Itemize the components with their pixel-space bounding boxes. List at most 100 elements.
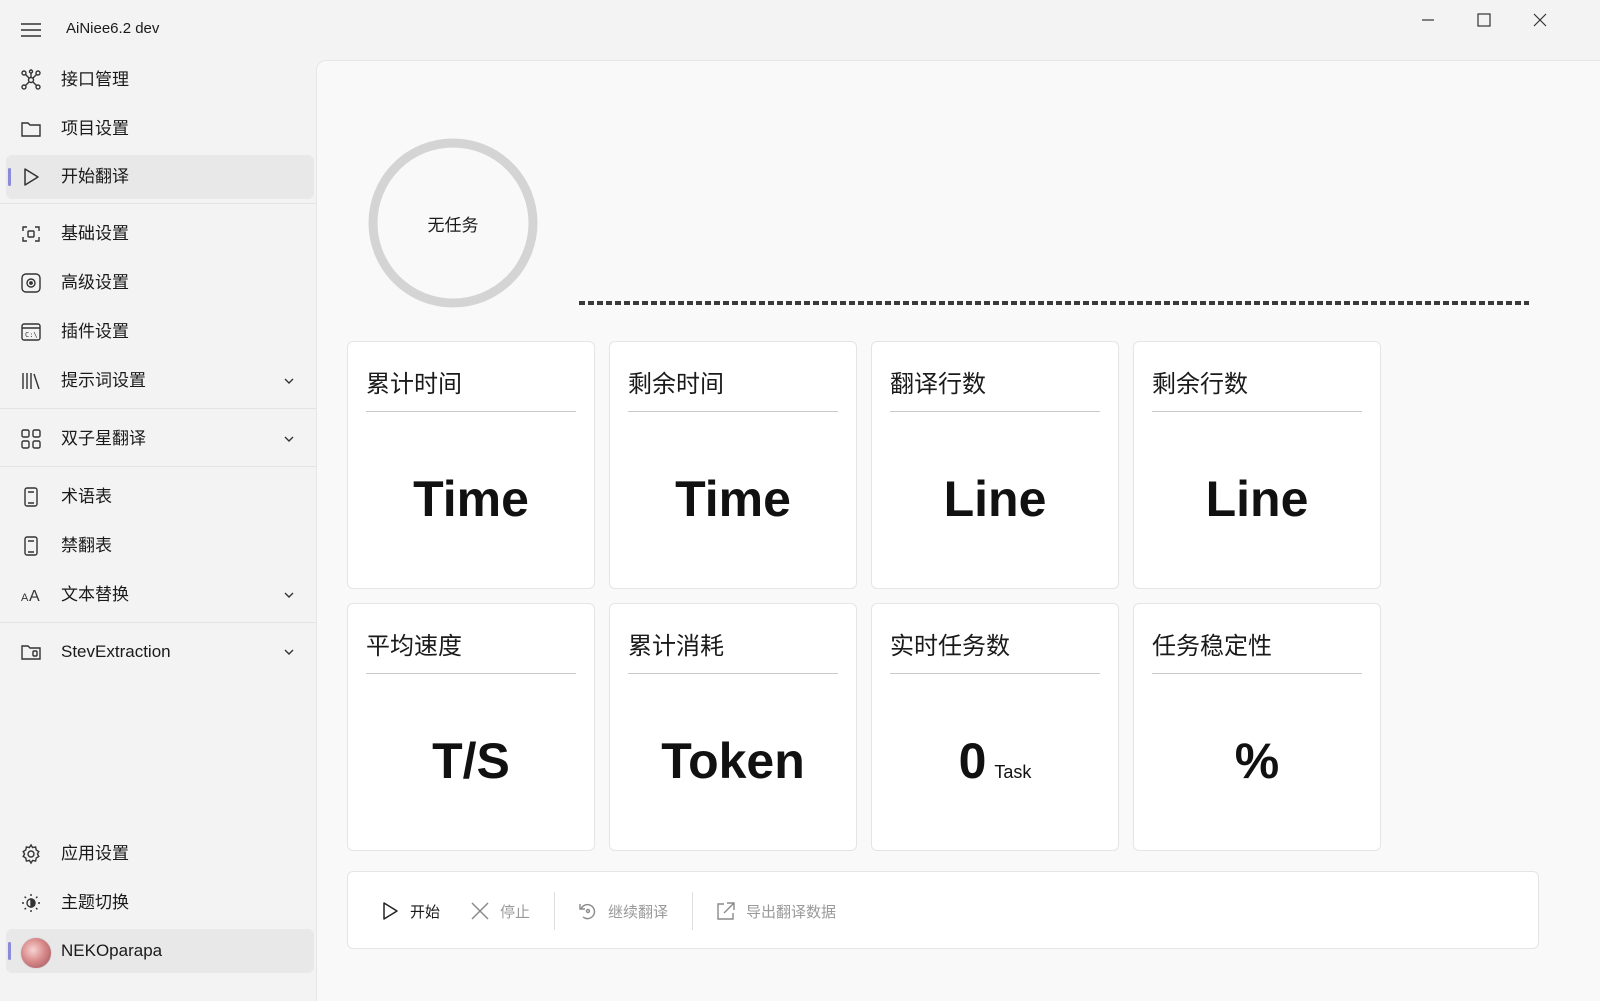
- sidebar-item-api[interactable]: 接口管理: [6, 58, 314, 102]
- sidebar-item-stevextraction[interactable]: StevExtraction: [6, 630, 314, 674]
- command-bar: 开始 停止 继续翻译 导出翻译数据: [347, 871, 1539, 949]
- progress-status: 无任务: [427, 215, 479, 235]
- sidebar-divider: [0, 203, 316, 204]
- stat-card-active-tasks: 实时任务数 0 Task: [871, 603, 1119, 851]
- chevron-down-icon: [284, 592, 294, 598]
- stop-button[interactable]: 停止: [468, 896, 530, 926]
- stat-card-average-speed: 平均速度 T/S: [347, 603, 595, 851]
- sidebar-item-label: 开始翻译: [61, 167, 129, 186]
- sidebar-item-label: 应用设置: [61, 844, 129, 863]
- sidebar-item-basic-settings[interactable]: 基础设置: [6, 212, 314, 256]
- minimize-button[interactable]: [1400, 0, 1456, 40]
- library-icon: [20, 370, 42, 392]
- stat-unit: Task: [994, 762, 1032, 782]
- sidebar-divider: [0, 466, 316, 467]
- book-icon: [20, 486, 42, 508]
- start-label: 开始: [410, 903, 441, 921]
- close-button[interactable]: [1512, 0, 1568, 40]
- sidebar-item-app-settings[interactable]: 应用设置: [6, 832, 314, 876]
- stat-card-translated-lines: 翻译行数 Line: [871, 341, 1119, 589]
- sidebar-item-label: 主题切换: [61, 893, 129, 912]
- folder-icon: [20, 118, 42, 140]
- app-title: AiNiee6.2 dev: [66, 20, 160, 37]
- chevron-down-icon: [284, 436, 294, 442]
- stat-card-remaining-time: 剩余时间 Time: [609, 341, 857, 589]
- stat-value: Time: [413, 471, 529, 527]
- sidebar-item-label: 项目设置: [61, 119, 129, 138]
- maximize-icon: [1477, 13, 1491, 27]
- continue-label: 继续翻译: [608, 903, 669, 921]
- stop-label: 停止: [500, 903, 531, 921]
- book-icon: [20, 535, 42, 557]
- plugin-icon: C:\: [20, 321, 42, 343]
- sidebar-item-glossary[interactable]: 术语表: [6, 475, 314, 519]
- avatar: [20, 937, 52, 969]
- chevron-down-icon: [284, 378, 294, 384]
- sidebar-item-label: 提示词设置: [61, 371, 146, 390]
- sidebar-item-no-translate-list[interactable]: 禁翻表: [6, 524, 314, 568]
- stat-card-elapsed-time: 累计时间 Time: [347, 341, 595, 589]
- stat-title: 剩余时间: [628, 364, 838, 412]
- stat-value: Line: [943, 471, 1047, 527]
- folder-extract-icon: [20, 641, 42, 663]
- svg-text:A: A: [29, 588, 40, 605]
- stat-title: 平均速度: [366, 626, 576, 674]
- minimize-icon: [1422, 19, 1434, 21]
- user-profile[interactable]: NEKOparapa: [6, 929, 314, 973]
- stat-title: 任务稳定性: [1152, 626, 1362, 674]
- grid-icon: [20, 428, 42, 450]
- stat-card-task-stability: 任务稳定性 %: [1133, 603, 1381, 851]
- sidebar-item-label: 文本替换: [61, 585, 129, 604]
- command-separator: [554, 892, 555, 930]
- svg-text:A: A: [21, 592, 29, 604]
- maximize-button[interactable]: [1456, 0, 1512, 40]
- stat-card-remaining-lines: 剩余行数 Line: [1133, 341, 1381, 589]
- sidebar-item-label: 接口管理: [61, 70, 129, 89]
- api-hub-icon: [20, 69, 42, 91]
- sidebar-item-label: 双子星翻译: [61, 429, 146, 448]
- stat-value: Time: [675, 471, 791, 527]
- sidebar-item-label: 禁翻表: [61, 536, 112, 555]
- sidebar-item-text-replace[interactable]: AA 文本替换: [6, 573, 314, 617]
- title-bar: AiNiee6.2 dev: [0, 0, 1600, 58]
- start-button[interactable]: 开始: [378, 896, 440, 926]
- sidebar-item-label: 插件设置: [61, 322, 129, 341]
- share-icon: [714, 899, 738, 923]
- stat-title: 翻译行数: [890, 364, 1100, 412]
- sidebar-item-prompt-settings[interactable]: 提示词设置: [6, 359, 314, 403]
- sidebar-item-gemini-translation[interactable]: 双子星翻译: [6, 417, 314, 461]
- sidebar-divider: [0, 408, 316, 409]
- stat-title: 累计消耗: [628, 626, 838, 674]
- translation-dashboard: 无任务 累计时间 Time 剩余时间 Time 翻译行数 Line 剩余行数 L…: [316, 60, 1600, 1001]
- play-icon: [20, 166, 42, 188]
- continue-translation-button[interactable]: 继续翻译: [576, 896, 668, 926]
- svg-text:C:\: C:\: [25, 331, 38, 339]
- sidebar-item-start-translation[interactable]: 开始翻译: [6, 155, 314, 199]
- sidebar-item-advanced-settings[interactable]: 高级设置: [6, 261, 314, 305]
- gear-icon: [20, 843, 42, 865]
- close-icon: [1533, 13, 1547, 27]
- stat-value: T/S: [432, 733, 510, 789]
- refresh-icon: [576, 899, 600, 923]
- sidebar-item-label: 基础设置: [61, 224, 129, 243]
- stop-icon: [468, 899, 492, 923]
- user-name: NEKOparapa: [61, 941, 163, 960]
- menu-toggle-button[interactable]: [14, 16, 48, 44]
- stat-value: %: [1234, 733, 1280, 789]
- stat-value: Token: [661, 733, 805, 789]
- sidebar-item-theme-toggle[interactable]: 主题切换: [6, 881, 314, 925]
- brightness-icon: [20, 892, 42, 914]
- sidebar-item-project-settings[interactable]: 项目设置: [6, 107, 314, 151]
- play-icon: [378, 899, 402, 923]
- stat-title: 累计时间: [366, 364, 576, 412]
- progress-bar: [579, 301, 1529, 305]
- sidebar-item-label: 术语表: [61, 487, 112, 506]
- advanced-settings-icon: [20, 272, 42, 294]
- stat-value: Line: [1205, 471, 1309, 527]
- sidebar-item-plugin-settings[interactable]: C:\ 插件设置: [6, 310, 314, 354]
- command-separator: [692, 892, 693, 930]
- sidebar-divider: [0, 622, 316, 623]
- stat-title: 实时任务数: [890, 626, 1100, 674]
- stat-value: 0 Task: [958, 733, 1032, 789]
- export-data-button[interactable]: 导出翻译数据: [714, 896, 836, 926]
